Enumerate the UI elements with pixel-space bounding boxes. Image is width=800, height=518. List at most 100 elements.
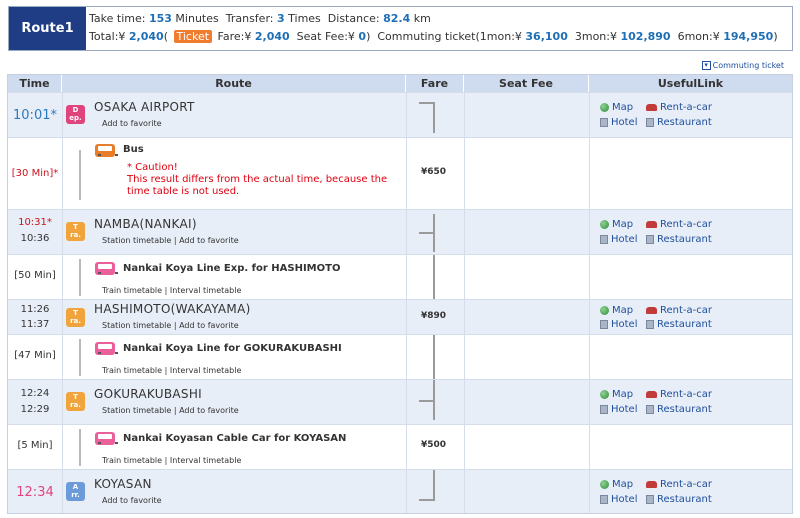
restaurant-link[interactable]: Restaurant: [646, 319, 712, 330]
fare-bracket: [419, 470, 435, 501]
rentacar-link[interactable]: Rent-a-car: [646, 389, 712, 400]
station-name[interactable]: NAMBA(NANKAI): [94, 217, 197, 231]
hotel-link[interactable]: Hotel: [600, 117, 638, 128]
route-tab[interactable]: Route1: [9, 7, 86, 50]
hotel-icon: [600, 235, 608, 244]
transfer-value: 3: [276, 12, 285, 25]
restaurant-icon: [646, 495, 654, 504]
segment-links[interactable]: Train timetable | Interval timetable: [102, 366, 241, 375]
restaurant-icon: [646, 118, 654, 127]
hotel-icon: [600, 405, 608, 414]
globe-icon: [600, 306, 609, 315]
segment-row: [30 Min]* Bus * Caution! This result dif…: [8, 137, 792, 209]
arrival-time: 11:26: [20, 304, 50, 315]
commuting-label: Commuting ticket(1mon:¥: [377, 30, 522, 43]
station-row: 12:24 12:29 Tra. GOKURAKUBASHI Station t…: [8, 379, 792, 424]
segment-links[interactable]: Train timetable | Interval timetable: [102, 456, 241, 465]
hotel-link[interactable]: Hotel: [600, 404, 638, 415]
arrival-icon: Arr.: [66, 482, 85, 501]
segment-duration: [30 Min]*: [11, 168, 59, 179]
car-icon: [646, 481, 657, 488]
car-icon: [646, 104, 657, 111]
segment-row: [5 Min] Nankai Koyasan Cable Car for KOY…: [8, 424, 792, 469]
rentacar-link[interactable]: Rent-a-car: [646, 479, 712, 490]
total-value: 2,040: [128, 30, 164, 43]
transfer-label: Transfer:: [225, 12, 274, 25]
restaurant-link[interactable]: Restaurant: [646, 234, 712, 245]
route-line: [79, 259, 81, 296]
map-link[interactable]: Map: [600, 389, 633, 400]
transfer-icon: Tra.: [66, 308, 85, 327]
hotel-link[interactable]: Hotel: [600, 234, 638, 245]
col-fare: Fare: [406, 75, 464, 92]
rentacar-link[interactable]: Rent-a-car: [646, 305, 712, 316]
hotel-link[interactable]: Hotel: [600, 494, 638, 505]
hotel-link[interactable]: Hotel: [600, 319, 638, 330]
distance-unit: km: [413, 12, 431, 25]
commuting-3mon-label: 3mon:¥: [574, 30, 617, 43]
total-label: Total:¥: [89, 30, 126, 43]
station-links[interactable]: Add to favorite: [102, 119, 162, 128]
fare-bracket: [419, 102, 435, 133]
map-link[interactable]: Map: [600, 305, 633, 316]
segment-duration: [5 Min]: [17, 440, 53, 451]
route-line: [79, 339, 81, 376]
caution-title: * Caution!: [127, 162, 178, 173]
seat-fee-value: 0: [358, 30, 367, 43]
station-links[interactable]: Add to favorite: [102, 496, 162, 505]
distance-value: 82.4: [383, 12, 411, 25]
station-name[interactable]: GOKURAKUBASHI: [94, 387, 202, 401]
fare-bracket-tick: [419, 232, 435, 234]
arrival-time: 12:34: [16, 485, 54, 500]
station-links[interactable]: Station timetable | Add to favorite: [102, 406, 239, 415]
segment-name: Bus: [123, 144, 144, 155]
restaurant-link[interactable]: Restaurant: [646, 117, 712, 128]
arrival-time: 12:24: [20, 388, 50, 399]
restaurant-link[interactable]: Restaurant: [646, 404, 712, 415]
map-link[interactable]: Map: [600, 479, 633, 490]
col-time: Time: [8, 75, 62, 92]
rentacar-link[interactable]: Rent-a-car: [646, 102, 712, 113]
station-name[interactable]: OSAKA AIRPORT: [94, 100, 195, 114]
download-icon: ▾: [701, 61, 711, 70]
rentacar-link[interactable]: Rent-a-car: [646, 219, 712, 230]
station-name[interactable]: KOYASAN: [94, 477, 152, 491]
route-line: [79, 429, 81, 466]
fare-bracket: [419, 335, 435, 380]
segment-fare: ¥500: [421, 440, 447, 450]
transfer-unit: Times: [288, 12, 321, 25]
commuting-6mon-label: 6mon:¥: [677, 30, 720, 43]
station-links[interactable]: Station timetable | Add to favorite: [102, 236, 239, 245]
station-row: 11:26 11:37 Tra. HASHIMOTO(WAKAYAMA) Sta…: [8, 299, 792, 334]
segment-name: Nankai Koya Line Exp. for HASHIMOTO: [123, 263, 341, 274]
commuting-ticket-link[interactable]: ▾ Commuting ticket: [701, 61, 784, 70]
map-link[interactable]: Map: [600, 102, 633, 113]
segment-links[interactable]: Train timetable | Interval timetable: [102, 286, 241, 295]
station-links[interactable]: Station timetable | Add to favorite: [102, 321, 239, 330]
take-time-label: Take time:: [89, 12, 146, 25]
col-seat-fee: Seat Fee: [464, 75, 589, 92]
train-icon: [95, 432, 118, 445]
restaurant-link[interactable]: Restaurant: [646, 494, 712, 505]
station-row: 10:31* 10:36 Tra. NAMBA(NANKAI) Station …: [8, 209, 792, 254]
segment-row: [50 Min] Nankai Koya Line Exp. for HASHI…: [8, 254, 792, 300]
distance-label: Distance:: [327, 12, 380, 25]
ticket-button[interactable]: Ticket: [173, 30, 213, 43]
globe-icon: [600, 390, 609, 399]
globe-icon: [600, 480, 609, 489]
departure-time: 10:36: [20, 233, 50, 244]
hotel-icon: [600, 320, 608, 329]
station-name[interactable]: HASHIMOTO(WAKAYAMA): [94, 302, 251, 316]
train-icon: [95, 262, 118, 275]
transfer-icon: Tra.: [66, 392, 85, 411]
segment-row: [47 Min] Nankai Koya Line for GOKURAKUBA…: [8, 334, 792, 380]
hotel-icon: [600, 495, 608, 504]
transfer-icon: Tra.: [66, 222, 85, 241]
segment-duration: [47 Min]: [14, 350, 56, 361]
map-link[interactable]: Map: [600, 219, 633, 230]
route-line: [79, 150, 81, 200]
car-icon: [646, 391, 657, 398]
col-useful-link: UsefulLink: [589, 75, 792, 92]
station-row: 12:34 Arr. KOYASAN Add to favorite Map R…: [8, 469, 792, 513]
segment-name: Nankai Koya Line for GOKURAKUBASHI: [123, 343, 342, 354]
